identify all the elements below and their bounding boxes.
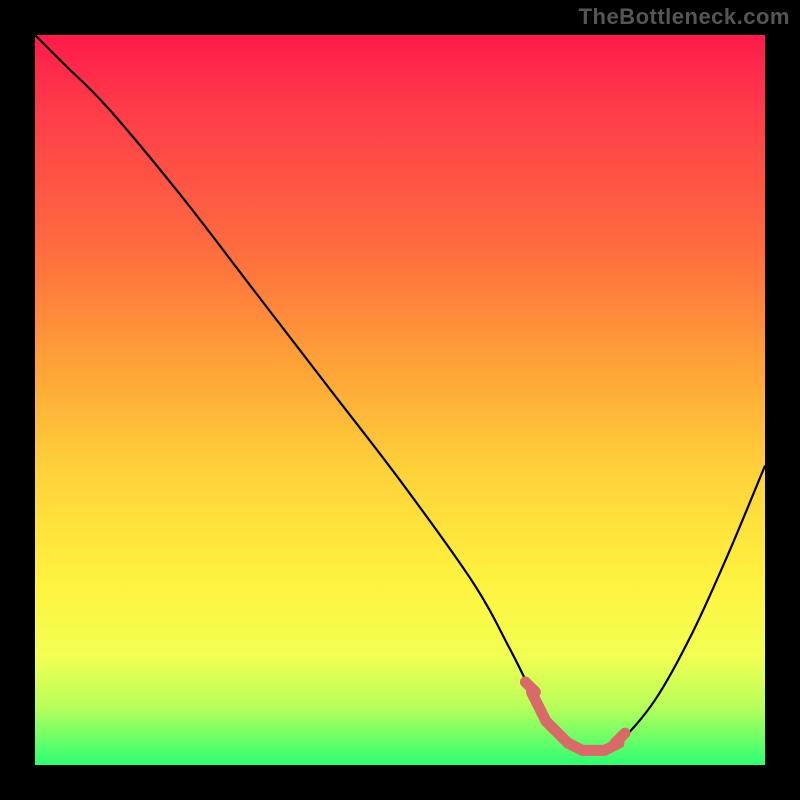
plot-area bbox=[35, 35, 765, 765]
watermark-text: TheBottleneck.com bbox=[579, 4, 790, 30]
minimum-marker bbox=[525, 682, 625, 750]
bottleneck-curve bbox=[35, 35, 765, 751]
chart-svg bbox=[35, 35, 765, 765]
chart-frame: TheBottleneck.com bbox=[0, 0, 800, 800]
